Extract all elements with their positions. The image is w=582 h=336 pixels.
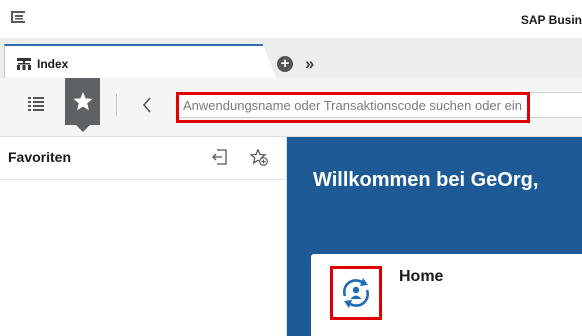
tab-index[interactable]: Index <box>4 44 277 80</box>
add-tab-icon[interactable]: + <box>277 56 293 72</box>
star-icon <box>73 92 93 111</box>
toolbar-separator <box>116 94 117 116</box>
tile-title: Home <box>399 268 444 285</box>
sidebar-divider <box>0 179 286 180</box>
search-field[interactable] <box>176 92 582 118</box>
home-user-refresh-icon <box>343 278 369 308</box>
shell-toolbar <box>0 78 582 137</box>
tab-label: Index <box>37 57 69 71</box>
menu-toggle-icon[interactable] <box>11 11 25 23</box>
app-title: SAP Busin <box>520 13 582 27</box>
add-favorite-icon[interactable] <box>250 149 268 166</box>
search-input[interactable] <box>183 96 582 114</box>
favorites-sidebar: Favoriten <box>0 137 287 336</box>
back-icon[interactable] <box>142 97 152 113</box>
welcome-heading: Willkommen bei GeOrg, <box>313 169 539 191</box>
tile-icon-highlight[interactable] <box>330 266 382 320</box>
index-tree-icon <box>17 58 31 70</box>
import-favorites-icon[interactable] <box>212 149 228 165</box>
list-icon[interactable] <box>28 97 44 111</box>
more-tabs-icon[interactable]: ›› <box>305 54 314 74</box>
title-bar: SAP Busin <box>0 0 582 38</box>
favorites-title: Favoriten <box>8 149 72 165</box>
favorites-button[interactable] <box>65 78 100 132</box>
